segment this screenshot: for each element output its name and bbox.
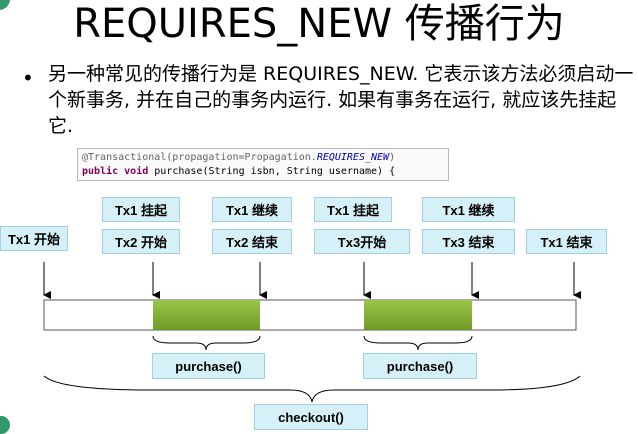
- transaction-timeline-diagram: [43, 262, 581, 403]
- tx2-block: [153, 300, 260, 330]
- label-purchase-b: purchase(): [363, 353, 477, 379]
- timeline-bar: [43, 299, 577, 331]
- tx3-block: [364, 300, 472, 330]
- label-purchase-a: purchase(): [152, 353, 265, 379]
- brace-purchase-b: [363, 335, 473, 351]
- label-checkout: checkout(): [254, 404, 368, 430]
- brace-purchase-a: [152, 335, 261, 351]
- brace-checkout: [43, 375, 581, 403]
